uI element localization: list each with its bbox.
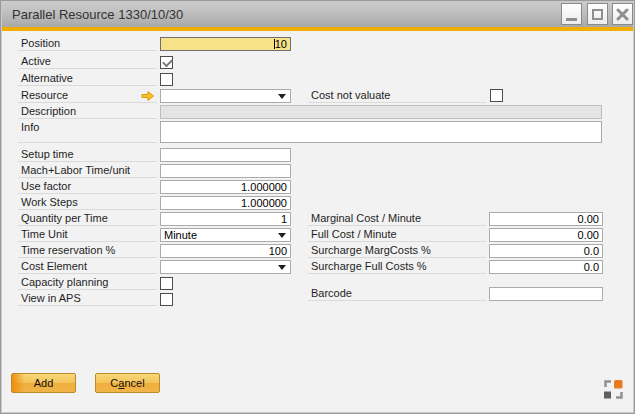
info-input[interactable] bbox=[160, 121, 602, 143]
cost-element-label: Cost Element bbox=[18, 260, 157, 274]
minimize-button[interactable] bbox=[561, 3, 582, 25]
info-label: Info bbox=[18, 121, 157, 143]
surcharge-margcosts-input[interactable]: 0.0 bbox=[489, 244, 603, 258]
cancel-button[interactable]: Cancel bbox=[95, 373, 160, 393]
window-title: Parallel Resource 1330/10/30 bbox=[12, 7, 183, 22]
chevron-down-icon bbox=[278, 94, 286, 99]
chevron-down-icon bbox=[278, 265, 286, 270]
capacity-planning-label: Capacity planning bbox=[18, 276, 157, 290]
barcode-input[interactable] bbox=[489, 287, 603, 301]
chevron-down-icon bbox=[278, 233, 286, 238]
work-steps-label: Work Steps bbox=[18, 196, 157, 210]
view-in-aps-label: View in APS bbox=[18, 292, 157, 306]
cost-not-valuate-checkbox[interactable] bbox=[490, 89, 503, 102]
active-checkbox[interactable] bbox=[160, 56, 173, 69]
cost-not-valuate-label: Cost not valuate bbox=[308, 89, 486, 103]
barcode-label: Barcode bbox=[308, 287, 486, 301]
mach-labor-label: Mach+Labor Time/unit bbox=[18, 164, 157, 178]
maximize-button[interactable] bbox=[587, 3, 608, 25]
link-arrow-icon[interactable] bbox=[141, 90, 155, 102]
cost-element-select[interactable] bbox=[160, 260, 291, 274]
minimize-icon bbox=[566, 18, 577, 21]
description-label: Description bbox=[18, 105, 157, 119]
close-button[interactable] bbox=[612, 3, 633, 25]
expand-form-icon[interactable] bbox=[604, 380, 623, 399]
position-label: Position bbox=[18, 37, 157, 51]
surcharge-full-costs-input[interactable]: 0.0 bbox=[489, 260, 603, 274]
view-in-aps-checkbox[interactable] bbox=[160, 293, 173, 306]
full-cost-label: Full Cost / Minute bbox=[308, 228, 486, 242]
close-icon bbox=[616, 8, 629, 21]
maximize-icon bbox=[592, 9, 603, 20]
dialog-window: Parallel Resource 1330/10/30 Position 10… bbox=[0, 0, 635, 414]
time-unit-label: Time Unit bbox=[18, 228, 157, 242]
setup-time-input[interactable] bbox=[160, 148, 291, 162]
time-unit-select[interactable]: Minute bbox=[160, 228, 291, 242]
quantity-per-time-label: Quantity per Time bbox=[18, 212, 157, 226]
marginal-cost-input[interactable]: 0.00 bbox=[489, 212, 603, 226]
surcharge-margcosts-label: Surcharge MargCosts % bbox=[308, 244, 486, 258]
full-cost-input[interactable]: 0.00 bbox=[489, 228, 603, 242]
active-label: Active bbox=[18, 55, 157, 69]
alternative-label: Alternative bbox=[18, 72, 157, 86]
description-input bbox=[160, 105, 602, 119]
mach-labor-input[interactable] bbox=[160, 164, 291, 178]
setup-time-label: Setup time bbox=[18, 148, 157, 162]
title-bar[interactable]: Parallel Resource 1330/10/30 bbox=[2, 2, 633, 27]
time-reservation-label: Time reservation % bbox=[18, 244, 157, 258]
use-factor-input[interactable]: 1.000000 bbox=[160, 180, 291, 194]
alternative-checkbox[interactable] bbox=[160, 73, 173, 86]
resource-select[interactable] bbox=[160, 89, 291, 103]
time-reservation-input[interactable]: 100 bbox=[160, 244, 291, 258]
use-factor-label: Use factor bbox=[18, 180, 157, 194]
marginal-cost-label: Marginal Cost / Minute bbox=[308, 212, 486, 226]
capacity-planning-checkbox[interactable] bbox=[160, 277, 173, 290]
surcharge-full-costs-label: Surcharge Full Costs % bbox=[308, 260, 486, 274]
position-input[interactable]: 10 bbox=[160, 37, 291, 51]
add-button[interactable]: Add bbox=[11, 373, 76, 393]
default-button-indicator bbox=[12, 374, 25, 392]
gold-accent-bar bbox=[2, 27, 633, 31]
resource-label: Resource bbox=[18, 89, 157, 103]
work-steps-input[interactable]: 1.000000 bbox=[160, 196, 291, 210]
quantity-per-time-input[interactable]: 1 bbox=[160, 212, 291, 226]
